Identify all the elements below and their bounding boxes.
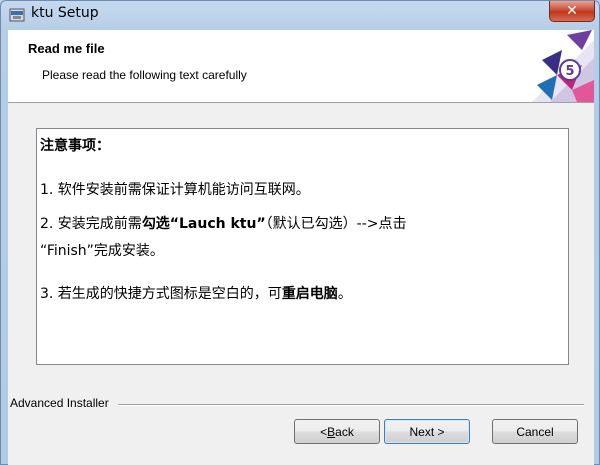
- client-area: Read me file Please read the following t…: [8, 30, 594, 465]
- readme-heading: 注意事项：: [40, 138, 110, 154]
- svg-text:5: 5: [565, 64, 574, 79]
- readme-item-3: 3. 若生成的快捷方式图标是空白的，可重启电脑。: [40, 286, 352, 302]
- readme-textbox[interactable]: 注意事项： 1. 软件安装前需保证计算机能访问互联网。 2. 安装完成前需勾选“…: [36, 128, 569, 365]
- page-title: Read me file: [28, 41, 105, 56]
- close-icon: ✕: [566, 3, 578, 19]
- cancel-button[interactable]: Cancel: [492, 419, 578, 444]
- title-bar[interactable]: ktu Setup ✕: [1, 1, 600, 29]
- dialog-header: Read me file Please read the following t…: [8, 30, 594, 103]
- readme-item-2-cont: “Finish”完成安装。: [40, 243, 164, 259]
- installer-brand-label: Advanced Installer: [10, 396, 113, 410]
- close-button[interactable]: ✕: [549, 1, 595, 22]
- footer-separator: [118, 404, 584, 406]
- page-subtitle: Please read the following text carefully: [42, 68, 247, 82]
- readme-item-2: 2. 安装完成前需勾选“Lauch ktu”（默认已勾选）-->点击: [40, 216, 407, 232]
- window-title: ktu Setup: [31, 5, 99, 21]
- back-button[interactable]: < Back: [294, 419, 380, 444]
- next-button[interactable]: Next >: [384, 419, 470, 444]
- setup-window: ktu Setup ✕ Read me file Please read the…: [0, 0, 600, 465]
- installer-icon: [9, 8, 25, 22]
- ktu-logo: 5: [532, 30, 594, 102]
- readme-item-1: 1. 软件安装前需保证计算机能访问互联网。: [40, 182, 310, 198]
